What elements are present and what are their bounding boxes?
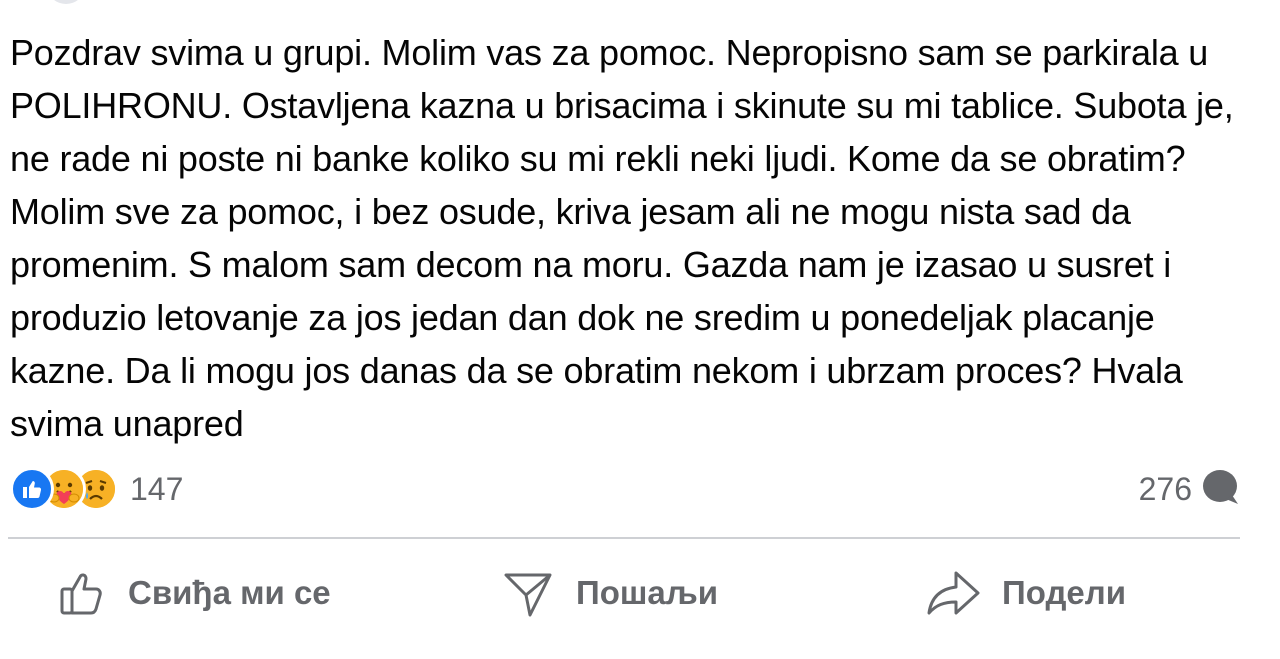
like-button[interactable]: Свиђа ми се <box>56 545 331 641</box>
send-icon <box>500 565 556 621</box>
post-actions-bar: Свиђа ми се Пошаљи Подели <box>0 545 1280 641</box>
post-body-text: Pozdrav svima u grupi. Molim vas za pomo… <box>10 32 1234 444</box>
like-button-label: Свиђа ми се <box>128 574 331 611</box>
reaction-count: 147 <box>130 470 184 507</box>
share-button-label: Подели <box>1002 574 1126 611</box>
post-card: Pozdrav svima u grupi. Molim vas za pomo… <box>0 0 1280 659</box>
send-button[interactable]: Пошаљи <box>500 545 718 641</box>
post-stats-bar: 147 276 <box>0 462 1280 518</box>
comment-bubble-icon <box>1200 467 1240 512</box>
divider <box>8 537 1240 539</box>
comments-summary[interactable]: 276 <box>1139 464 1240 514</box>
send-button-label: Пошаљи <box>576 574 718 611</box>
like-icon <box>10 467 54 511</box>
share-button[interactable]: Подели <box>924 545 1126 641</box>
comment-count: 276 <box>1138 470 1192 507</box>
reactions-summary[interactable]: 147 <box>10 464 183 514</box>
thumbs-up-icon <box>56 567 108 619</box>
avatar[interactable] <box>48 0 84 4</box>
share-arrow-icon <box>924 567 982 619</box>
